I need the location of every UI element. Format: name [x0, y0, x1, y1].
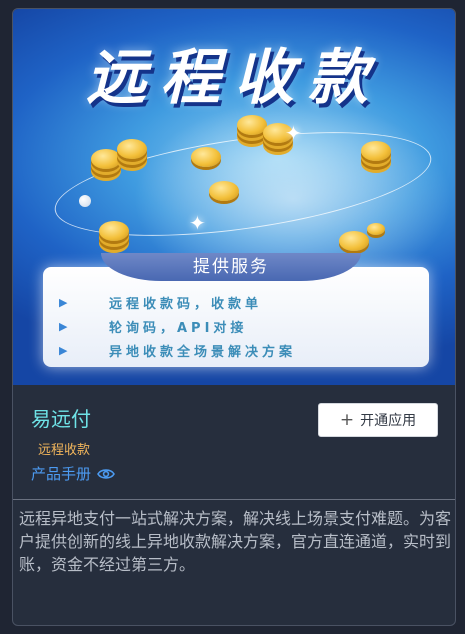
eye-icon[interactable] — [97, 468, 115, 480]
coin-icon — [361, 141, 391, 161]
app-name: 易远付 — [31, 407, 91, 431]
coin-icon — [191, 147, 221, 167]
app-description: 远程异地支付一站式解决方案，解决线上场景支付难题。为客户提供创新的线上异地收款解… — [19, 509, 452, 574]
sparkle-icon: ✦ — [189, 211, 206, 235]
service-item: ▶ 远程收款码，收款单 — [59, 295, 263, 312]
sparkle-icon: ✦ — [285, 121, 302, 145]
coin-icon — [209, 181, 239, 201]
play-arrow-icon: ▶ — [59, 295, 68, 309]
product-manual-label[interactable]: 产品手册 — [31, 463, 91, 484]
play-arrow-icon: ▶ — [59, 343, 68, 357]
service-list: ▶ 远程收款码，收款单 ▶ 轮询码，API对接 ▶ 异地收款全场景解决方案 — [59, 291, 409, 363]
app-card[interactable]: 远程收款 ✦ ✦ 提供服务 ▶ 远程收款码，收款单 ▶ 轮询码，API对接 ▶ — [12, 8, 456, 626]
service-item: ▶ 异地收款全场景解决方案 — [59, 343, 297, 360]
coin-icon — [339, 231, 369, 251]
banner-image: 远程收款 ✦ ✦ 提供服务 ▶ 远程收款码，收款单 ▶ 轮询码，API对接 ▶ — [13, 9, 455, 385]
coin-icon — [117, 139, 147, 159]
coin-icon — [367, 223, 385, 235]
plus-icon: + — [339, 409, 355, 430]
open-app-button[interactable]: + 开通应用 — [318, 403, 438, 437]
banner-title: 远程收款 — [86, 43, 382, 113]
category-tag: 远程收款 — [38, 443, 91, 458]
product-manual-link[interactable]: 产品手册 — [31, 463, 115, 484]
service-item: ▶ 轮询码，API对接 — [59, 319, 248, 336]
divider — [13, 499, 455, 500]
coin-icon — [91, 149, 121, 169]
play-arrow-icon: ▶ — [59, 319, 68, 333]
service-heading: 提供服务 — [101, 253, 361, 281]
pearl-icon — [79, 195, 91, 207]
coin-icon — [99, 221, 129, 241]
open-app-label: 开通应用 — [360, 413, 417, 429]
